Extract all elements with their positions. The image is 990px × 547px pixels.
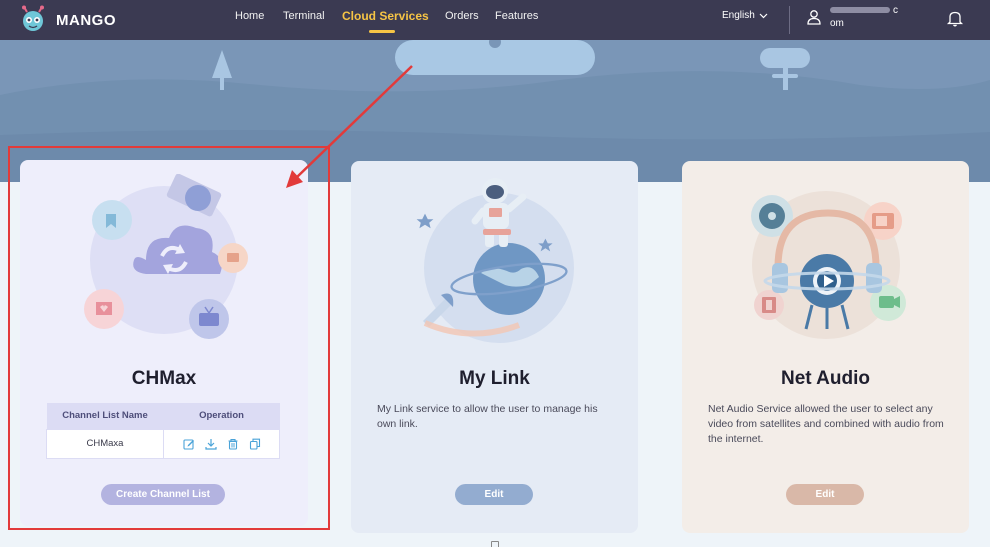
headphones-illustration [751, 191, 906, 339]
netaudio-edit-button[interactable]: Edit [786, 484, 864, 505]
nav-terminal[interactable]: Terminal [283, 10, 325, 22]
user-email[interactable]: c om [830, 4, 910, 30]
email-part-2: om [830, 18, 844, 29]
netaudio-card: Net Audio Net Audio Service allowed the … [682, 161, 969, 533]
nav-home[interactable]: Home [235, 10, 264, 22]
active-tab-indicator [369, 30, 395, 33]
mylink-edit-button[interactable]: Edit [455, 484, 533, 505]
chevron-down-icon [759, 13, 768, 18]
redacted-email [830, 7, 890, 14]
netaudio-title: Net Audio [780, 368, 870, 389]
mylink-card: My Link My Link service to allow the use… [351, 161, 638, 533]
annotation-highlight-box [8, 146, 330, 530]
brand-name: MANGO [56, 11, 116, 29]
mango-logo-icon [22, 5, 44, 31]
nav-cloud-services[interactable]: Cloud Services [342, 9, 429, 23]
user-icon[interactable] [806, 9, 822, 25]
bottom-scroll-marker [491, 541, 499, 547]
language-selector[interactable]: English [722, 10, 768, 21]
brand-logo[interactable]: MANGO [18, 5, 116, 35]
bell-icon[interactable] [946, 9, 964, 27]
astronaut-illustration [416, 178, 574, 343]
mylink-description: My Link service to allow the user to man… [377, 403, 598, 430]
email-part-1: c [893, 5, 898, 16]
language-label: English [722, 10, 755, 21]
nav-orders[interactable]: Orders [445, 10, 479, 22]
nav-features[interactable]: Features [495, 10, 538, 22]
header-divider [789, 6, 790, 34]
top-nav-bar: MANGO Home Terminal Cloud Services Order… [0, 0, 990, 40]
mylink-title: My Link [459, 368, 530, 389]
netaudio-description: Net Audio Service allowed the user to se… [708, 403, 944, 445]
